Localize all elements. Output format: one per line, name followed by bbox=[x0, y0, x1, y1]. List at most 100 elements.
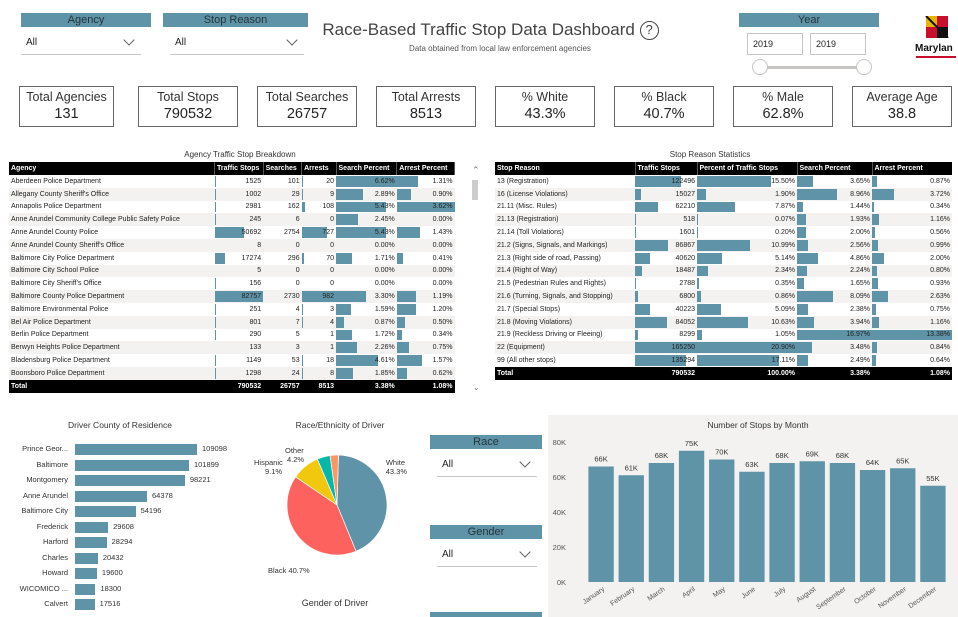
table-row[interactable]: 21.5 (Pedestrian Rules and Rights) 2788 0.… bbox=[495, 277, 952, 290]
month-bar[interactable] bbox=[890, 468, 916, 582]
table-cell: 0.56% bbox=[872, 226, 952, 239]
table-row[interactable]: Anne Arundel Community College Public Sa… bbox=[9, 213, 455, 227]
gender-dropdown[interactable]: All bbox=[437, 545, 537, 567]
county-label: Montgomery bbox=[26, 475, 68, 484]
table-row[interactable]: 21.8 (Moving Violations) 84052 10.63% 3.94%… bbox=[495, 315, 952, 329]
county-bar[interactable] bbox=[75, 490, 147, 502]
table-row[interactable]: 21.11 (Misc. Rules) 62210 7.87% 1.44% 0.34% bbox=[495, 201, 952, 214]
table-cell: Anne Arundel County Sheriff's Office bbox=[11, 241, 125, 249]
year-slider-handle-min[interactable] bbox=[752, 59, 768, 75]
year-slider-handle-max[interactable] bbox=[856, 59, 872, 75]
column-header[interactable]: Arrest Percent bbox=[396, 162, 455, 175]
cell-data-bar bbox=[797, 227, 806, 238]
agency-dropdown[interactable]: All bbox=[21, 33, 141, 55]
kpi-card: % Black 40.7% bbox=[614, 86, 714, 127]
month-bar[interactable] bbox=[739, 471, 765, 582]
column-header[interactable]: Traffic Stops bbox=[635, 162, 698, 175]
table-row[interactable]: 21.2 (Signs, Signals, and Markings) 86867… bbox=[495, 238, 952, 252]
table-row[interactable]: Baltimore City Sheriff's Office 156 0 0 0.00… bbox=[9, 277, 455, 290]
month-bar[interactable] bbox=[678, 450, 705, 582]
county-label: Prince Geor... bbox=[22, 444, 68, 453]
column-header[interactable]: Traffic Stops bbox=[214, 162, 264, 175]
x-tick-label: May bbox=[712, 586, 727, 600]
table-row[interactable]: Baltimore County Police Department 82757 2… bbox=[9, 290, 455, 303]
county-bar[interactable] bbox=[75, 475, 185, 486]
table-row[interactable]: Baltimore City School Police 5 0 0 0.00% 0.00… bbox=[9, 264, 455, 278]
table-cell: 13 (Registration) bbox=[497, 177, 549, 185]
column-header[interactable]: Agency bbox=[9, 162, 216, 175]
table-row[interactable]: Anne Arundel County Police 50692 2754 727 5.… bbox=[9, 226, 455, 239]
table-row[interactable]: Boonsboro Police Department 1298 24 8 1.85% 0… bbox=[9, 366, 455, 380]
county-bar[interactable] bbox=[75, 459, 189, 471]
table-row[interactable]: Berwyn Heights Police Department 133 3 1 2.2… bbox=[9, 341, 455, 355]
race-dropdown[interactable]: All bbox=[437, 455, 537, 477]
table-row[interactable]: 21.7 (Special Stops) 40223 5.09% 2.38% 0.75% bbox=[495, 303, 952, 316]
table-cell: 0.99% bbox=[872, 239, 952, 252]
county-bar[interactable] bbox=[75, 444, 197, 455]
scroll-up-icon[interactable]: ⌃ bbox=[472, 165, 480, 176]
table-row[interactable]: Bladensburg Police Department 1149 53 18 4.6… bbox=[9, 354, 455, 367]
table-cell: 0.62% bbox=[396, 367, 455, 380]
table-cell: 1601 bbox=[635, 227, 695, 238]
month-bar[interactable] bbox=[648, 463, 675, 582]
table-row[interactable]: Baltimore Environmental Police 251 4 3 1.59%… bbox=[9, 303, 455, 316]
year-to-input[interactable]: 2019 bbox=[810, 33, 866, 55]
month-bar[interactable] bbox=[920, 485, 946, 582]
table-cell: Berwyn Heights Police Department bbox=[11, 344, 120, 352]
table-row[interactable]: Bel Air Police Department 801 7 4 0.87% 0.50% bbox=[9, 315, 455, 329]
table-cell: 0.75% bbox=[872, 303, 952, 316]
month-bar[interactable] bbox=[709, 459, 735, 583]
county-bar[interactable] bbox=[75, 506, 136, 517]
month-bar[interactable] bbox=[859, 470, 886, 582]
county-bar[interactable] bbox=[75, 568, 97, 579]
table-row[interactable]: Baltimore City Police Department 17274 296… bbox=[9, 252, 455, 265]
column-header[interactable]: Searches bbox=[263, 162, 303, 175]
table-cell: 3.94% bbox=[797, 316, 872, 329]
county-label: Harford bbox=[42, 537, 68, 546]
cell-data-bar bbox=[635, 329, 639, 341]
bar-data-label: 55K bbox=[926, 474, 939, 483]
table-cell: 24 bbox=[291, 369, 300, 377]
table-row[interactable]: 21.14 (Toll Violations) 1601 0.20% 2.00% 0.5… bbox=[495, 226, 952, 239]
table-row[interactable]: Annapolis Police Department 2981 162 108 5.4… bbox=[9, 201, 455, 214]
table-row[interactable]: Allegany County Sheriff's Office 1002 29 9 2… bbox=[9, 187, 455, 201]
column-header[interactable]: Arrests bbox=[301, 162, 337, 175]
scroll-down-icon[interactable]: ⌄ bbox=[473, 383, 480, 392]
month-bar[interactable] bbox=[799, 461, 825, 582]
month-bar[interactable] bbox=[829, 463, 856, 582]
table-cell: 727 bbox=[301, 226, 336, 239]
table-row[interactable]: 21.13 (Registration) 518 0.07% 1.93% 1.16% bbox=[495, 213, 952, 227]
county-bar[interactable] bbox=[75, 521, 109, 533]
table-row[interactable]: 99 (All other stops) 135294 17.11% 2.49% 0.6… bbox=[495, 354, 952, 367]
cell-data-bar bbox=[214, 252, 225, 264]
county-bar[interactable] bbox=[75, 599, 95, 610]
table-row[interactable]: 13 (Registration) 122496 15.50% 3.65% 0.87% bbox=[495, 175, 952, 188]
table-row[interactable]: 21.9 (Reckless Driving or Fleeing) 8299 1.… bbox=[495, 329, 952, 342]
table-row[interactable]: 21.6 (Turning, Signals, and Stopping) 680… bbox=[495, 290, 952, 303]
month-bar[interactable] bbox=[588, 466, 614, 583]
cell-data-bar bbox=[635, 316, 667, 328]
agency-table-scrollbar[interactable] bbox=[472, 180, 478, 200]
table-row[interactable]: Aberdeen Police Department 1525 101 20 6.62%… bbox=[9, 175, 455, 188]
column-header[interactable]: Search Percent bbox=[797, 162, 873, 175]
month-bar[interactable] bbox=[618, 475, 644, 582]
column-header[interactable]: Stop Reason bbox=[495, 162, 636, 175]
month-bar[interactable] bbox=[769, 463, 795, 582]
county-bar[interactable] bbox=[75, 583, 96, 595]
stop-reason-dropdown[interactable]: All bbox=[170, 33, 304, 55]
table-row[interactable]: 22 (Equipment) 165250 20.90% 3.48% 0.84% bbox=[495, 341, 952, 355]
table-row[interactable]: 16 (License Violations) 15027 1.90% 8.96% 3.… bbox=[495, 187, 952, 201]
column-header[interactable]: Percent of Traffic Stops bbox=[697, 162, 798, 175]
column-header[interactable]: Arrest Percent bbox=[872, 162, 952, 175]
help-icon[interactable]: ? bbox=[639, 21, 659, 40]
county-bar[interactable] bbox=[75, 552, 98, 564]
table-row[interactable]: Anne Arundel County Sheriff's Office 8 0 0 0… bbox=[9, 238, 455, 252]
cell-data-bar bbox=[797, 278, 805, 290]
year-from-input[interactable]: 2019 bbox=[747, 33, 803, 55]
table-row[interactable]: Berlin Police Department 290 5 1 1.72% 0.34% bbox=[9, 329, 455, 342]
column-header[interactable]: Search Percent bbox=[336, 162, 398, 175]
county-bar[interactable] bbox=[75, 537, 107, 548]
cell-data-bar bbox=[872, 188, 895, 200]
table-row[interactable]: 21.4 (Right of Way) 18487 2.34% 2.24% 0.80% bbox=[495, 264, 952, 278]
table-row[interactable]: 21.3 (Right side of road, Passing) 40620 5… bbox=[495, 252, 952, 265]
